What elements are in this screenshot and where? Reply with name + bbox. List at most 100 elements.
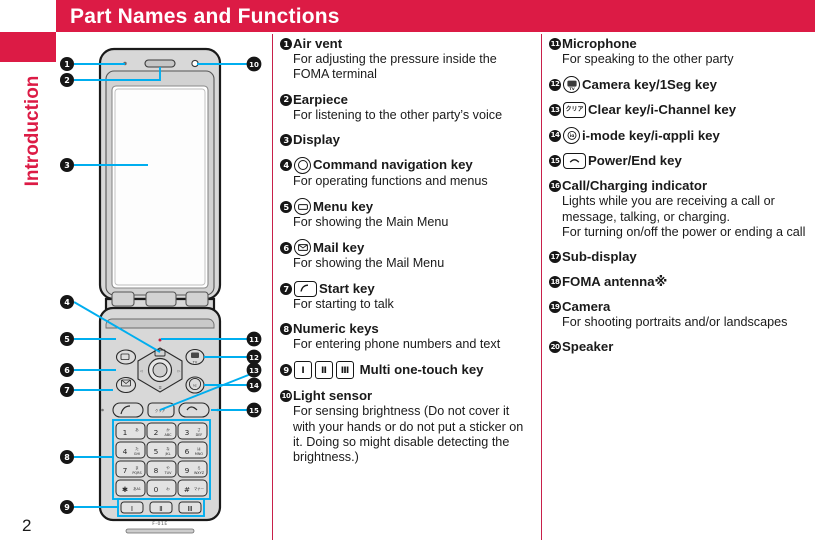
part-description: For listening to the other party’s voice [293,107,503,122]
svg-text:11: 11 [249,336,259,344]
part-key-glyph [293,239,313,257]
part-entry-heading: 8 Numeric keys [280,321,532,337]
part-entry-heading: 13 クリア Clear key/i-Channel key [549,102,811,119]
svg-text:TV: TV [569,87,574,91]
svg-text:3: 3 [185,428,190,437]
part-title: Mail key [313,239,365,255]
part-entry-heading: 2 Earpiece [280,92,532,108]
part-entry: 5 Menu key For showing the Main Menu [280,198,532,230]
mail-key-icon [294,239,311,257]
svg-text:Ⅱ: Ⅱ [159,504,163,513]
svg-text:12: 12 [249,354,259,362]
svg-text:1: 1 [123,428,128,437]
part-entry: 4 Command navigation key For operating fun… [280,156,532,189]
svg-text:◁: ◁ [140,369,143,373]
part-entry: 16 Call/Charging indicator Lights while yo… [549,178,811,240]
part-number-badge: 6 [280,241,292,254]
sidebar-tab-label: Introduction [22,75,43,187]
svg-text:5: 5 [154,447,159,456]
part-entry-heading: 19 Camera [549,299,811,315]
multi-one-touch-key-icon-1: Ⅰ [294,361,312,380]
part-entry: 3 Display [280,132,532,148]
part-title: FOMA antenna※ [562,274,668,290]
part-entry-heading: 4 Command navigation key [280,156,532,174]
part-number-badge: 11 [549,38,561,50]
part-key-glyph [293,198,313,216]
svg-text:✱: ✱ [122,485,128,494]
part-number-badge: 1 [280,38,292,50]
part-entry: 12 TV Camera key/1Seg key [549,76,811,94]
part-entry-heading: 12 TV Camera key/1Seg key [549,76,811,94]
column-divider-left [272,34,273,540]
part-title: Microphone [562,36,637,51]
phone-illustration: .bd{fill:#d8d8d8;stroke:#1a1a1a;stroke-w… [56,40,272,535]
part-entry-heading: 17 Sub-display [549,249,811,265]
part-entry: 15 Power/End key [549,153,811,170]
page-title: Part Names and Functions [70,5,340,28]
svg-text:2: 2 [154,428,159,437]
part-entry-heading: 7 Start key [280,280,532,297]
svg-text:▷: ▷ [178,369,181,373]
part-entry: 2 Earpiece For listening to the other part… [280,92,532,123]
part-entry: 18 FOMA antenna※ [549,274,811,290]
svg-text:TUV: TUV [164,471,173,475]
part-title: Speaker [562,339,614,355]
part-title: Power/End key [588,153,682,169]
part-key-glyph: ⅠⅡⅢ [293,361,360,380]
part-entry-heading: 6 Mail key [280,239,532,257]
svg-text:WXYZ: WXYZ [194,471,205,475]
part-title: Call/Charging indicator [562,178,708,194]
svg-text:4: 4 [64,298,70,307]
part-entry: 11 Microphone For speaking to the other pa… [549,36,811,67]
part-entry-heading: 14 iα i-mode key/i-αppli key [549,127,811,145]
part-number-badge: 3 [280,133,292,146]
part-description: For starting to talk [293,296,394,311]
page-header-bar: Part Names and Functions [56,0,815,32]
part-description: For sensing brightness (Do not cover it … [293,404,524,465]
parts-list-middle-column: 1 Air vent For adjusting the pressure insi… [280,36,532,475]
part-description: For speaking to the other party [562,52,734,66]
svg-text:2: 2 [64,76,70,85]
svg-text:F-01E: F-01E [152,521,168,527]
svg-text:9: 9 [185,466,190,475]
part-key-glyph [562,153,588,170]
part-entry: 19 Camera For shooting portraits and/or la… [549,299,811,330]
svg-text:7: 7 [64,386,70,395]
part-number-badge: 19 [549,301,561,314]
part-number-badge: 14 [549,129,561,142]
part-title: Display [293,131,340,147]
part-title: Air vent [293,36,343,51]
part-key-glyph: iα [562,127,582,145]
svg-text:iα: iα [569,133,574,139]
part-entry: 13 クリア Clear key/i-Channel key [549,102,811,119]
svg-text:ABC: ABC [165,433,173,437]
part-number-badge: 16 [549,180,561,193]
part-description: For showing the Mail Menu [293,256,445,271]
part-description: For shooting portraits and/or landscapes [562,315,788,330]
svg-text:DEF: DEF [196,433,203,437]
svg-text:#: # [184,485,190,494]
part-key-glyph: TV [562,76,582,94]
part-number-badge: 8 [280,323,292,336]
parts-list-right-column: 11 Microphone For speaking to the other pa… [549,36,811,364]
svg-text:ま: ま [135,465,138,470]
svg-text:15: 15 [249,407,259,415]
part-entry: 1 Air vent For adjusting the pressure insi… [280,36,532,83]
menu-key-icon [294,198,311,216]
part-title: Clear key/i-Channel key [588,102,737,118]
svg-text:5: 5 [64,335,70,344]
part-key-glyph: クリア [562,102,588,119]
part-entry-heading: 11 Microphone [549,36,811,52]
part-entry: 14 iα i-mode key/i-αppli key [549,127,811,145]
svg-text:8: 8 [64,453,70,462]
part-entry-heading: 9ⅠⅡⅢ Multi one-touch key [280,361,532,380]
clear-key-icon: クリア [563,102,586,119]
part-description: For turning on/off the power or ending a… [562,224,806,239]
part-description: Lights while you are receiving a call or… [562,194,775,224]
svg-text:0: 0 [154,485,159,494]
svg-text:PQRS: PQRS [132,471,141,475]
svg-text:JKL: JKL [164,452,170,456]
svg-text:8: 8 [154,466,159,475]
part-entry: 9ⅠⅡⅢ Multi one-touch key [280,361,532,380]
page-number: 2 [22,516,32,535]
